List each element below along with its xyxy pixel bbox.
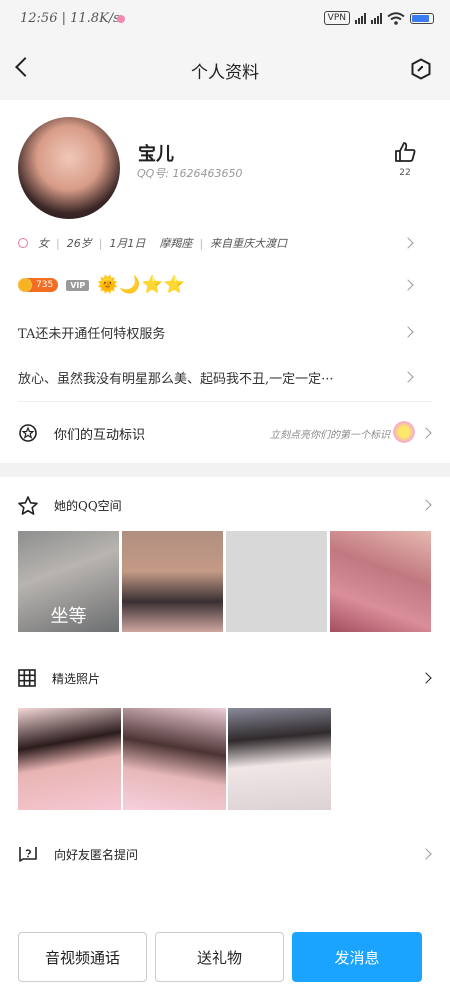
grid-icon: [18, 669, 36, 687]
bottom-actions: 音视频通话 送礼物 发消息: [18, 932, 432, 982]
like-button[interactable]: 22: [393, 142, 417, 178]
qzone-photo[interactable]: [330, 531, 431, 632]
vpn-icon: VPN: [323, 11, 350, 25]
featured-photo[interactable]: [18, 708, 121, 810]
featured-photo[interactable]: [228, 708, 331, 810]
chevron-right-icon: [402, 326, 414, 338]
send-gift-button[interactable]: 送礼物: [155, 932, 284, 982]
featured-photos-row[interactable]: 精选照片: [18, 667, 432, 689]
section-gap: [0, 463, 450, 477]
qzone-row[interactable]: 她的QQ空间: [18, 494, 432, 516]
star-icon: [18, 495, 38, 515]
app-header: 个人资料: [0, 40, 450, 100]
page-title: 个人资料: [191, 63, 259, 83]
chevron-right-icon: [402, 237, 414, 249]
more-options-icon[interactable]: [410, 58, 432, 80]
sticker-icon: [391, 420, 417, 444]
level-icons: 🌞🌙⭐⭐: [97, 274, 186, 295]
qzone-photo[interactable]: [122, 531, 223, 632]
coin-badge: 735: [18, 278, 59, 292]
info-row[interactable]: 女 | 26岁 | 1月1日 摩羯座 | 来自重庆大渡口: [18, 233, 432, 253]
signal-icon: [355, 12, 366, 24]
interaction-icon: [19, 424, 37, 442]
video-call-button[interactable]: 音视频通话: [18, 932, 147, 982]
qzone-photo[interactable]: [226, 531, 327, 632]
signal-icon-2: [371, 12, 382, 24]
signature-row[interactable]: 放心、虽然我没有明星那么美、起码我不丑,一定一定···: [18, 367, 432, 387]
divider: [18, 401, 432, 402]
like-count: 22: [399, 168, 411, 178]
featured-photos: [18, 708, 331, 810]
vip-badge: VIP: [66, 279, 90, 291]
featured-photo[interactable]: [123, 708, 226, 810]
thumbs-up-icon: [395, 142, 416, 162]
qq-number: QQ号: 1626463650: [137, 167, 243, 180]
privilege-row[interactable]: TA还未开通任何特权服务: [18, 322, 432, 342]
qzone-label: 她的QQ空间: [54, 498, 122, 513]
send-message-button[interactable]: 发消息: [292, 932, 422, 982]
status-bar: 12:56 | 11.8K/s VPN: [0, 0, 450, 40]
featured-photos-label: 精选照片: [52, 671, 101, 686]
interaction-row[interactable]: 你们的互动标识 立刻点亮你们的第一个标识: [18, 420, 432, 446]
interaction-label: 你们的互动标识: [54, 427, 146, 443]
profile-card: 宝儿 QQ号: 1626463650 22: [0, 100, 450, 225]
avatar[interactable]: [18, 117, 120, 219]
age: 26岁: [66, 237, 92, 250]
wifi-icon: [387, 11, 405, 25]
birthday: 1月1日: [109, 237, 146, 250]
question-icon: [19, 846, 37, 862]
anonymous-question-label: 向好友匿名提问: [54, 847, 139, 862]
chevron-right-icon: [420, 499, 432, 511]
profile-name: 宝儿: [138, 144, 174, 165]
interaction-hint: 立刻点亮你们的第一个标识: [270, 429, 390, 441]
chevron-right-icon: [420, 848, 432, 860]
zodiac: 摩羯座: [159, 237, 193, 250]
qzone-photos: 坐等: [18, 531, 431, 632]
privilege-text: TA还未开通任何特权服务: [18, 326, 166, 342]
status-time: 12:56 | 11.8K/s: [20, 11, 120, 26]
gender: 女: [38, 237, 49, 250]
hometown: 来自重庆大渡口: [210, 237, 288, 250]
qzone-photo[interactable]: 坐等: [18, 531, 119, 632]
photo-caption: 坐等: [50, 606, 87, 627]
notification-dot-icon: [117, 15, 125, 23]
battery-icon: [410, 12, 434, 24]
chevron-right-icon: [402, 371, 414, 383]
chevron-right-icon: [420, 427, 432, 439]
chevron-right-icon: [402, 279, 414, 291]
location-icon: [18, 238, 28, 248]
signature-text: 放心、虽然我没有明星那么美、起码我不丑,一定一定···: [18, 371, 334, 387]
anonymous-question-row[interactable]: 向好友匿名提问: [18, 843, 432, 865]
badge-row[interactable]: 735 VIP 🌞🌙⭐⭐: [18, 275, 432, 295]
chevron-right-icon: [420, 672, 432, 684]
